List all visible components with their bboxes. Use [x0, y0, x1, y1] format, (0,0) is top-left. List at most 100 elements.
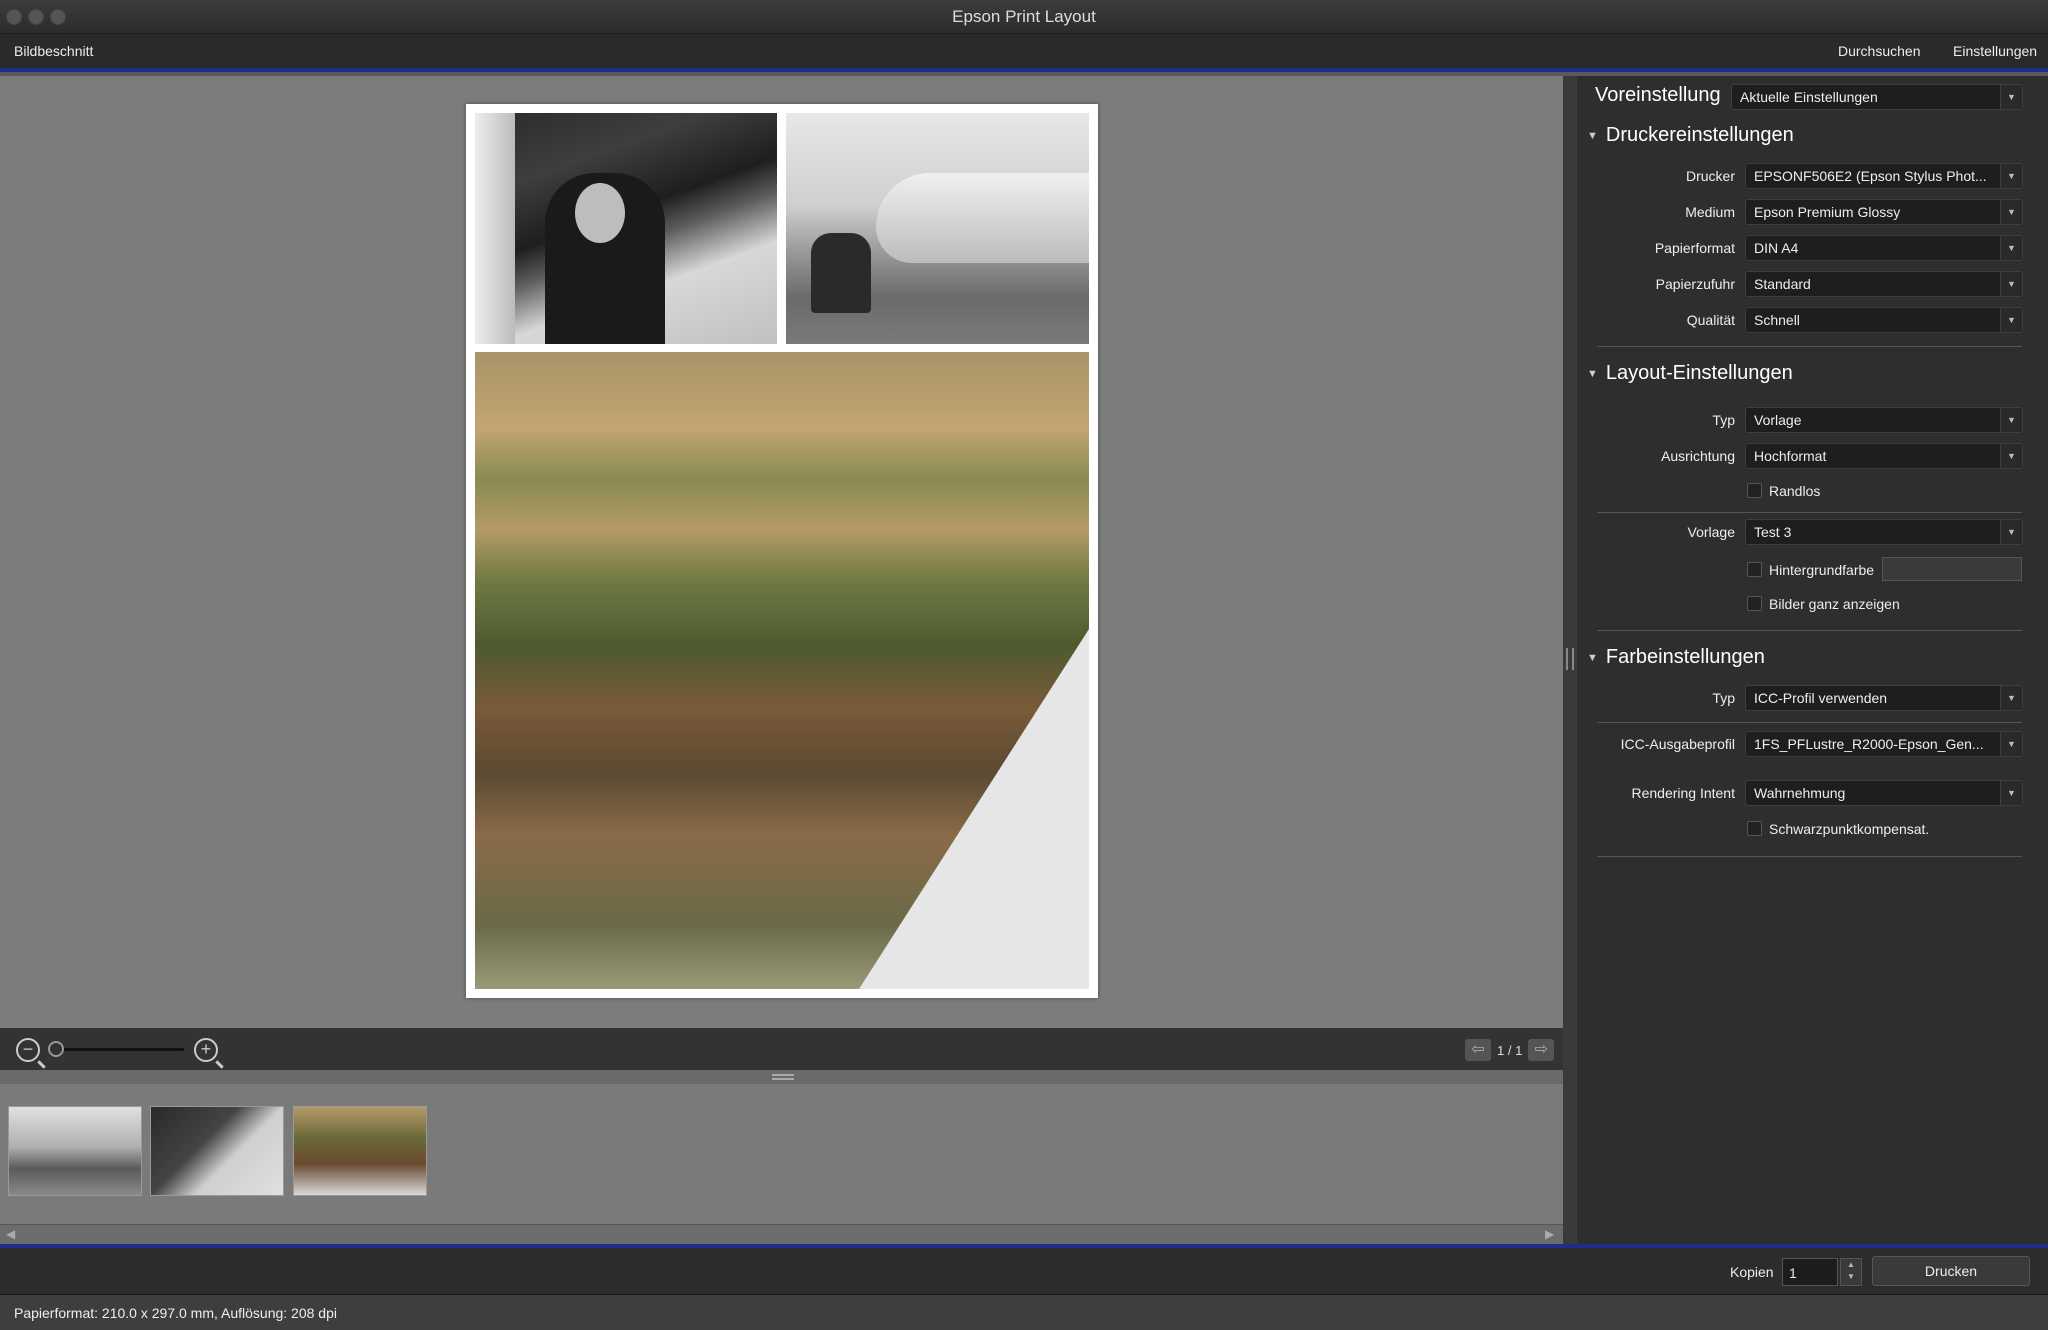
printer-value: EPSONF506E2 (Epson Stylus Phot...	[1754, 168, 1987, 184]
arrow-right-icon[interactable]: ⇨	[1528, 1039, 1555, 1061]
layout-type-select[interactable]: Vorlage ▼	[1745, 407, 2023, 433]
icc-profile-value: 1FS_PFLustre_R2000-Epson_Gen...	[1754, 736, 1984, 752]
print-bar: Kopien 1 ▲ ▼ Drucken	[0, 1244, 2048, 1294]
scroll-right-icon[interactable]: ▶	[1545, 1227, 1554, 1241]
medium-value: Epson Premium Glossy	[1754, 204, 1901, 220]
print-page-preview	[466, 104, 1098, 998]
face-shape	[575, 183, 625, 243]
quality-label: Qualität	[1686, 312, 1735, 328]
color-type-select[interactable]: ICC-Profil verwenden ▼	[1745, 685, 2023, 711]
window-title: Epson Print Layout	[952, 7, 1096, 26]
chevron-down-icon: ▼	[2000, 781, 2022, 805]
show-full-images-label: Bilder ganz anzeigen	[1769, 596, 1900, 612]
thumbnail-aerial[interactable]	[293, 1106, 427, 1196]
disclosure-triangle-icon: ▼	[1587, 651, 1598, 664]
section-color-settings[interactable]: ▼ Farbeinstellungen	[1587, 646, 1765, 669]
printer-select[interactable]: EPSONF506E2 (Epson Stylus Phot... ▼	[1745, 163, 2023, 189]
show-full-images-checkbox[interactable]	[1747, 596, 1762, 611]
rendering-intent-select[interactable]: Wahrnehmung ▼	[1745, 780, 2023, 806]
borderless-label: Randlos	[1769, 483, 1821, 499]
toolbar: Bildbeschnitt Durchsuchen Einstellungen	[0, 34, 2048, 72]
color-type-value: ICC-Profil verwenden	[1754, 690, 1888, 706]
quality-value: Schnell	[1754, 312, 1800, 328]
page-navigator: ⇦ 1 / 1 ⇨	[1465, 1038, 1555, 1062]
preset-value: Aktuelle Einstellungen	[1740, 89, 1878, 105]
paper-format-select[interactable]: DIN A4 ▼	[1745, 235, 2023, 261]
chevron-down-icon: ▼	[2000, 520, 2022, 544]
background-color-checkbox[interactable]	[1747, 562, 1762, 577]
horizontal-splitter[interactable]	[0, 1070, 1563, 1084]
background-color-label: Hintergrundfarbe	[1769, 562, 1875, 578]
rendering-intent-value: Wahrnehmung	[1754, 785, 1846, 801]
copies-stepper[interactable]: ▲ ▼	[1840, 1258, 1862, 1286]
medium-select[interactable]: Epson Premium Glossy ▼	[1745, 199, 2023, 225]
preset-label: Voreinstellung	[1595, 84, 1721, 106]
browse-button[interactable]: Durchsuchen	[1838, 43, 1921, 59]
orientation-label: Ausrichtung	[1661, 448, 1735, 464]
copies-input[interactable]: 1	[1782, 1258, 1838, 1286]
icc-profile-label: ICC-Ausgabeprofil	[1620, 736, 1735, 752]
crop-tab[interactable]: Bildbeschnitt	[14, 43, 93, 59]
printer-label: Drucker	[1685, 168, 1735, 184]
section-title: Druckereinstellungen	[1605, 124, 1794, 146]
status-text: Papierformat: 210.0 x 297.0 mm, Auflösun…	[14, 1305, 337, 1321]
rendering-intent-label: Rendering Intent	[1631, 785, 1735, 801]
divider	[1597, 512, 2022, 513]
borderless-checkbox[interactable]	[1747, 483, 1762, 498]
zoom-out-icon[interactable]: −	[16, 1038, 40, 1062]
splitter-grip-icon	[1566, 648, 1574, 670]
divider	[1597, 630, 2022, 631]
layout-type-value: Vorlage	[1754, 412, 1802, 428]
zoom-in-icon[interactable]: +	[194, 1038, 218, 1062]
status-bar: Papierformat: 210.0 x 297.0 mm, Auflösun…	[0, 1294, 2048, 1330]
arrow-left-icon[interactable]: ⇦	[1465, 1039, 1491, 1061]
scroll-left-icon[interactable]: ◀	[6, 1227, 15, 1241]
chevron-down-icon: ▼	[2000, 686, 2022, 710]
paper-format-value: DIN A4	[1754, 240, 1799, 256]
template-value: Test 3	[1754, 524, 1792, 540]
settings-panel: Voreinstellung Aktuelle Einstellungen ▼ …	[1577, 76, 2048, 1244]
vertical-splitter[interactable]	[1563, 76, 1577, 1244]
medium-label: Medium	[1685, 204, 1735, 220]
paper-feed-select[interactable]: Standard ▼	[1745, 271, 2023, 297]
print-button[interactable]: Drucken	[1872, 1256, 2030, 1286]
chevron-down-icon: ▼	[2000, 236, 2022, 260]
paper-feed-label: Papierzufuhr	[1655, 276, 1735, 292]
icc-profile-select[interactable]: 1FS_PFLustre_R2000-Epson_Gen... ▼	[1745, 731, 2023, 757]
title-bar: Epson Print Layout	[0, 0, 2048, 34]
photo-pilot-portrait[interactable]	[475, 113, 777, 344]
zoom-bar: − + ⇦ 1 / 1 ⇨	[0, 1028, 1563, 1070]
wing-shape	[859, 629, 1089, 989]
background-color-swatch[interactable]	[1882, 557, 2022, 581]
chevron-down-icon: ▼	[2000, 200, 2022, 224]
orientation-value: Hochformat	[1754, 448, 1827, 464]
chevron-down-icon: ▼	[2000, 164, 2022, 188]
zoom-slider-knob[interactable]	[48, 1041, 64, 1057]
zoom-slider-track[interactable]	[56, 1048, 184, 1051]
template-select[interactable]: Test 3 ▼	[1745, 519, 2023, 545]
divider	[1597, 346, 2022, 347]
paper-format-label: Papierformat	[1654, 240, 1735, 256]
thumbnail-pilot[interactable]	[150, 1106, 284, 1196]
wing-shape	[475, 113, 515, 344]
chevron-down-icon: ▼	[2000, 408, 2022, 432]
section-printer-settings[interactable]: ▼ Druckereinstellungen	[1587, 124, 1794, 147]
quality-select[interactable]: Schnell ▼	[1745, 307, 2023, 333]
chevron-down-icon: ▼	[2000, 444, 2022, 468]
preset-select[interactable]: Aktuelle Einstellungen ▼	[1731, 84, 2023, 110]
thumbnail-airplane[interactable]	[8, 1106, 142, 1196]
thumbnail-scrollbar[interactable]: ◀ ▶	[0, 1224, 1563, 1244]
template-label: Vorlage	[1687, 524, 1735, 540]
chevron-down-icon: ▼	[2000, 85, 2022, 109]
settings-button[interactable]: Einstellungen	[1953, 43, 2037, 59]
black-point-label: Schwarzpunktkompensat.	[1769, 821, 1930, 837]
page-indicator: 1 / 1	[1497, 1042, 1523, 1058]
black-point-checkbox[interactable]	[1747, 821, 1762, 836]
chevron-down-icon: ▼	[2000, 308, 2022, 332]
section-layout-settings[interactable]: ▼ Layout-Einstellungen	[1587, 362, 1793, 385]
photo-aerial-village[interactable]	[475, 352, 1089, 989]
orientation-select[interactable]: Hochformat ▼	[1745, 443, 2023, 469]
section-title: Farbeinstellungen	[1605, 646, 1765, 668]
airplane-shape	[876, 173, 1089, 263]
photo-airplane-propeller[interactable]	[786, 113, 1089, 344]
